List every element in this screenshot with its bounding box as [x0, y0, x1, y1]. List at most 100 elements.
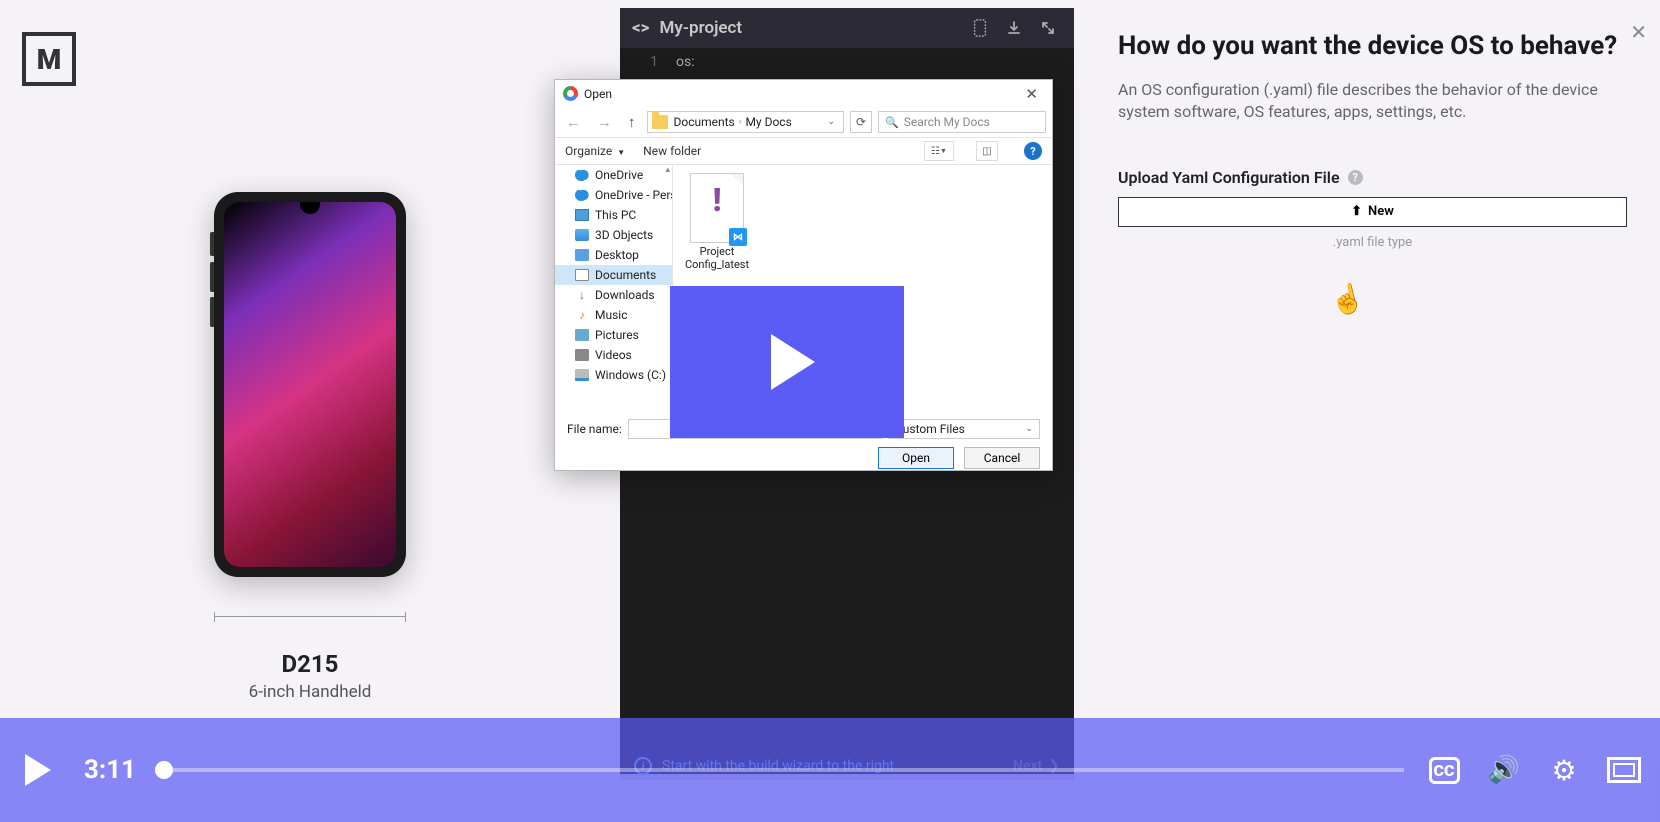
video-time: 3:11	[84, 755, 136, 785]
folder-tree[interactable]: ▴ OneDrive OneDrive - Person This PC 3D Obj…	[555, 165, 673, 415]
device-icon[interactable]	[966, 14, 994, 42]
settings-button[interactable]: ⚙	[1544, 754, 1584, 786]
right-panel: ✕ How do you want the device OS to behav…	[1110, 14, 1655, 250]
editor-header: <> My-project	[620, 8, 1074, 48]
video-play-button[interactable]	[670, 286, 904, 438]
threeD-icon	[575, 229, 589, 241]
tree-item-label: Music	[595, 308, 627, 322]
play-button[interactable]	[16, 748, 60, 792]
file-type-filter[interactable]: Custom Files ⌄	[888, 419, 1040, 439]
vid-icon	[575, 349, 589, 361]
folder-icon	[652, 115, 668, 129]
doc-icon	[575, 269, 589, 281]
open-button[interactable]: Open	[878, 447, 954, 469]
tree-item[interactable]: Documents	[555, 265, 672, 285]
yaml-file-icon: ! ⋈	[690, 173, 744, 243]
filename-label: File name:	[567, 422, 622, 436]
video-seek-track[interactable]	[164, 768, 1404, 772]
dialog-address-bar: ← → ↑ Documents › My Docs ⌄ ⟳ 🔍 Search M…	[555, 107, 1052, 137]
pic-icon	[575, 329, 589, 341]
device-name: D215	[0, 650, 620, 678]
breadcrumb-item[interactable]: My Docs	[745, 115, 791, 129]
volume-button[interactable]: 🔊	[1484, 754, 1524, 786]
help-icon[interactable]: ?	[1348, 170, 1363, 185]
dialog-help-icon[interactable]: ?	[1024, 142, 1042, 160]
search-icon: 🔍	[885, 116, 899, 129]
right-panel-heading: How do you want the device OS to behave?	[1118, 30, 1627, 63]
preview-pane-icon[interactable]: ◫	[976, 141, 998, 161]
tree-item-label: Downloads	[595, 288, 655, 302]
device-subtitle: 6-inch Handheld	[0, 682, 620, 702]
tree-item-label: Windows (C:)	[595, 368, 666, 382]
refresh-icon[interactable]: ⟳	[850, 111, 872, 133]
dialog-titlebar: Open ✕	[555, 80, 1052, 107]
tree-item[interactable]: Windows (C:)	[555, 365, 672, 385]
cloud-icon	[575, 189, 589, 201]
organize-menu[interactable]: Organize ▼	[565, 144, 625, 158]
tree-item-label: 3D Objects	[595, 228, 653, 242]
desktop-icon	[575, 249, 589, 261]
captions-button[interactable]: CC	[1424, 754, 1464, 786]
tree-item-label: Desktop	[595, 248, 639, 262]
chrome-icon	[563, 86, 578, 101]
dialog-toolbar: Organize ▼ New folder ☷ ▼ ◫ ?	[555, 137, 1052, 165]
cloud-icon	[575, 169, 589, 181]
view-mode-icon[interactable]: ☷ ▼	[924, 141, 954, 161]
tree-item[interactable]: Desktop	[555, 245, 672, 265]
fullscreen-button[interactable]	[1604, 754, 1644, 786]
tree-item[interactable]: This PC	[555, 205, 672, 225]
download-icon[interactable]	[1000, 14, 1028, 42]
breadcrumb[interactable]: Documents › My Docs ⌄	[647, 111, 845, 133]
code-icon: <>	[632, 18, 649, 38]
tree-item[interactable]: OneDrive	[555, 165, 672, 185]
tree-item[interactable]: ♪ Music	[555, 305, 672, 325]
play-icon	[25, 754, 51, 786]
nav-up-icon[interactable]: ↑	[623, 113, 641, 131]
tree-item-label: This PC	[595, 208, 636, 222]
device-mock	[214, 192, 406, 577]
chevron-down-icon: ⌄	[1025, 424, 1033, 434]
editor-code[interactable]: os:	[668, 48, 695, 78]
file-name: Project Config_latest	[681, 246, 753, 271]
right-panel-description: An OS configuration (.yaml) file describ…	[1118, 79, 1627, 124]
expand-icon[interactable]	[1034, 14, 1062, 42]
scroll-up-icon[interactable]: ▴	[665, 165, 670, 175]
dl-icon: ↓	[575, 289, 589, 301]
tree-item-label: Videos	[595, 348, 632, 362]
vscode-badge-icon: ⋈	[729, 228, 747, 246]
breadcrumb-dropdown-icon[interactable]: ⌄	[823, 117, 839, 127]
search-input[interactable]: 🔍 Search My Docs	[878, 111, 1046, 133]
project-name: My-project	[659, 18, 960, 38]
tree-item-label: Pictures	[595, 328, 639, 342]
upload-label: Upload Yaml Configuration File ?	[1118, 168, 1627, 187]
pc-icon	[575, 209, 589, 221]
close-icon[interactable]: ✕	[1630, 20, 1647, 44]
upload-hint: .yaml file type	[1118, 235, 1627, 250]
music-icon: ♪	[575, 309, 589, 321]
file-item[interactable]: ! ⋈ Project Config_latest	[681, 173, 753, 271]
tree-item[interactable]: ↓ Downloads	[555, 285, 672, 305]
upload-new-button[interactable]: ⬆ New	[1118, 197, 1627, 227]
play-icon	[771, 334, 815, 390]
tree-item[interactable]: Videos	[555, 345, 672, 365]
dialog-title: Open	[584, 87, 1019, 101]
dialog-close-icon[interactable]: ✕	[1019, 85, 1044, 103]
video-control-bar: 3:11 CC 🔊 ⚙	[0, 718, 1660, 822]
nav-back-icon[interactable]: ←	[561, 113, 586, 131]
cancel-button[interactable]: Cancel	[964, 447, 1040, 469]
tree-item[interactable]: OneDrive - Person	[555, 185, 672, 205]
device-width-rule	[214, 616, 406, 617]
tree-item-label: OneDrive	[595, 168, 643, 182]
breadcrumb-item[interactable]: Documents	[674, 115, 735, 129]
new-folder-button[interactable]: New folder	[643, 144, 701, 158]
device-screen	[224, 202, 396, 567]
seek-thumb[interactable]	[155, 761, 173, 779]
cursor-hand-icon: ☝️	[1327, 280, 1368, 320]
tree-item-label: Documents	[595, 268, 656, 282]
device-preview-panel: D215 6-inch Handheld	[0, 0, 620, 822]
tree-item[interactable]: Pictures	[555, 325, 672, 345]
tree-item[interactable]: 3D Objects	[555, 225, 672, 245]
tree-item-label: OneDrive - Person	[595, 188, 673, 202]
line-number: 1	[620, 48, 668, 78]
nav-forward-icon[interactable]: →	[592, 113, 617, 131]
